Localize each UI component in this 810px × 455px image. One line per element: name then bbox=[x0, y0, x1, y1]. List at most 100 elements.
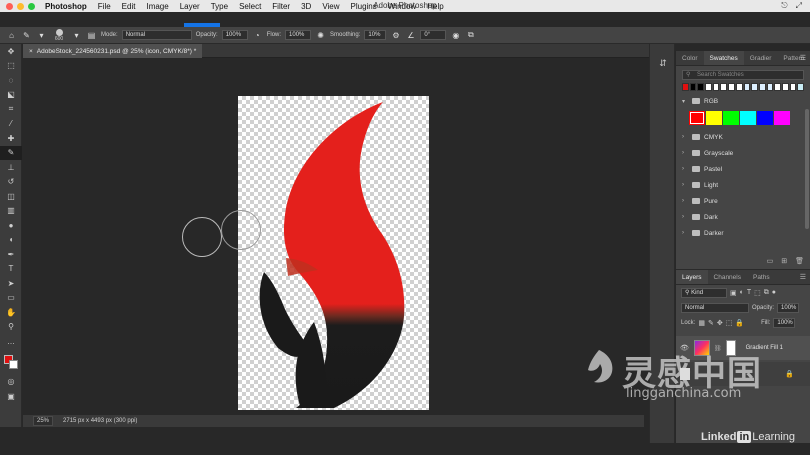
lasso-tool-icon[interactable]: ◌ bbox=[0, 73, 22, 88]
rgb-swatch[interactable] bbox=[740, 111, 756, 125]
shape-tool-icon[interactable]: ▭ bbox=[0, 291, 22, 306]
healing-brush-tool-icon[interactable]: ✚ bbox=[0, 131, 22, 146]
swatch-group-grayscale[interactable]: › Grayscale bbox=[676, 145, 810, 161]
chevron-right-icon[interactable]: › bbox=[682, 214, 688, 220]
recent-swatch[interactable] bbox=[797, 83, 804, 91]
type-tool-icon[interactable]: T bbox=[0, 262, 22, 277]
swatch-search-input[interactable]: ⚲ Search Swatches bbox=[682, 70, 804, 80]
recent-swatch[interactable] bbox=[743, 83, 751, 91]
filter-type-icon[interactable]: T bbox=[747, 289, 751, 296]
chevron-right-icon[interactable]: › bbox=[682, 182, 688, 188]
new-swatch-icon[interactable]: ⊞ bbox=[781, 257, 787, 265]
swatch-group-pastel[interactable]: › Pastel bbox=[676, 161, 810, 177]
recent-swatch[interactable] bbox=[781, 83, 789, 91]
path-selection-tool-icon[interactable]: ➤ bbox=[0, 276, 22, 291]
recent-swatch[interactable] bbox=[758, 83, 766, 91]
brush-tool-icon[interactable]: ✎ bbox=[21, 30, 32, 41]
recent-swatch[interactable] bbox=[712, 83, 720, 91]
eraser-tool-icon[interactable]: ◫ bbox=[0, 189, 22, 204]
lock-position-icon[interactable]: ✥ bbox=[717, 319, 723, 327]
menu-view[interactable]: View bbox=[322, 2, 339, 11]
more-tools-icon[interactable]: … bbox=[0, 334, 22, 349]
swatch-group-cmyk[interactable]: › CMYK bbox=[676, 129, 810, 145]
angle-field[interactable]: 0° bbox=[420, 30, 447, 40]
swatch-group-pure[interactable]: › Pure bbox=[676, 193, 810, 209]
document-info[interactable]: 2715 px x 4493 px (300 ppi) bbox=[63, 418, 137, 424]
menu-layer[interactable]: Layer bbox=[180, 2, 200, 11]
background-color-swatch[interactable] bbox=[9, 359, 18, 369]
menu-app[interactable]: Photoshop bbox=[45, 2, 87, 11]
home-icon[interactable]: ⌂ bbox=[6, 30, 17, 41]
rgb-swatch[interactable] bbox=[689, 111, 705, 125]
close-window-button[interactable] bbox=[6, 2, 13, 10]
tab-swatches[interactable]: Swatches bbox=[703, 51, 744, 65]
zoom-level[interactable]: 25% bbox=[33, 416, 54, 426]
swatch-group-darker[interactable]: › Darker bbox=[676, 225, 810, 241]
recent-swatch[interactable] bbox=[682, 83, 689, 91]
history-brush-tool-icon[interactable]: ↺ bbox=[0, 175, 22, 190]
document-canvas[interactable] bbox=[238, 96, 429, 410]
menu-edit[interactable]: Edit bbox=[122, 2, 136, 11]
tab-color[interactable]: Color bbox=[676, 51, 704, 65]
chevron-right-icon[interactable]: › bbox=[682, 150, 688, 156]
recent-swatch[interactable] bbox=[751, 83, 758, 91]
recent-swatch[interactable] bbox=[766, 83, 774, 91]
filter-shape-icon[interactable]: ⬚ bbox=[754, 289, 761, 297]
close-icon[interactable]: × bbox=[29, 48, 33, 55]
chevron-right-icon[interactable]: › bbox=[682, 230, 688, 236]
menu-select[interactable]: Select bbox=[239, 2, 261, 11]
canvas-area[interactable] bbox=[23, 59, 644, 415]
recent-swatch[interactable] bbox=[728, 83, 735, 91]
menu-help[interactable]: Help bbox=[427, 2, 443, 11]
fill-field[interactable]: 100% bbox=[773, 317, 796, 328]
tab-channels[interactable]: Channels bbox=[708, 270, 747, 284]
chevron-down-icon[interactable]: ▾ bbox=[682, 98, 688, 105]
expand-icon[interactable]: ⤢ bbox=[796, 1, 802, 11]
airbrush-icon[interactable]: ✺ bbox=[315, 30, 326, 41]
tab-paths[interactable]: Paths bbox=[747, 270, 776, 284]
color-swatches[interactable] bbox=[0, 349, 21, 375]
blur-tool-icon[interactable]: ● bbox=[0, 218, 22, 233]
chevron-right-icon[interactable]: › bbox=[682, 166, 688, 172]
pressure-size-icon[interactable]: ◉ bbox=[450, 30, 461, 41]
trash-icon[interactable]: 🗑 bbox=[795, 257, 804, 265]
recent-swatch[interactable] bbox=[789, 83, 797, 91]
brush-settings-icon[interactable]: ▤ bbox=[86, 30, 97, 41]
lock-pixels-icon[interactable]: ✎ bbox=[708, 319, 714, 327]
brush-preset-picker[interactable]: 600 bbox=[51, 28, 67, 42]
tab-layers[interactable]: Layers bbox=[676, 270, 708, 284]
panel-menu-icon[interactable]: ☰ bbox=[800, 54, 806, 62]
clone-stamp-tool-icon[interactable]: ⊥ bbox=[0, 160, 22, 175]
filter-pixel-icon[interactable]: ▣ bbox=[730, 289, 737, 297]
swatch-group-rgb[interactable]: ▾ RGB bbox=[676, 93, 810, 109]
recent-swatch[interactable] bbox=[735, 83, 743, 91]
object-selection-tool-icon[interactable]: ⬕ bbox=[0, 88, 22, 103]
lock-all-icon[interactable]: 🔒 bbox=[735, 319, 744, 327]
eyedropper-tool-icon[interactable]: ⁄ bbox=[0, 117, 22, 132]
tab-gradients[interactable]: Gradier bbox=[744, 51, 778, 65]
chevron-down-icon[interactable]: ▾ bbox=[71, 30, 82, 41]
smoothing-field[interactable]: 10% bbox=[364, 30, 387, 40]
gear-icon[interactable]: ⚙ bbox=[390, 30, 401, 41]
recent-swatch[interactable] bbox=[697, 83, 705, 91]
new-group-icon[interactable]: ▭ bbox=[767, 257, 774, 265]
opacity-field[interactable]: 100% bbox=[221, 30, 248, 40]
chevron-right-icon[interactable]: › bbox=[682, 198, 688, 204]
menu-plugins[interactable]: Plugins bbox=[351, 2, 377, 11]
rgb-swatch[interactable] bbox=[774, 111, 790, 125]
hand-tool-icon[interactable]: ✋ bbox=[0, 305, 22, 320]
swatches-scrollbar[interactable] bbox=[805, 109, 809, 229]
recent-swatch[interactable] bbox=[705, 83, 712, 91]
pen-tool-icon[interactable]: ✒ bbox=[0, 247, 22, 262]
screen-mode-icon[interactable]: ▣ bbox=[0, 389, 22, 404]
recent-swatch[interactable] bbox=[720, 83, 728, 91]
lock-artboard-icon[interactable]: ⬚ bbox=[726, 319, 733, 327]
filter-smart-object-icon[interactable]: ⧉ bbox=[764, 289, 769, 297]
crop-tool-icon[interactable]: ⌗ bbox=[0, 102, 22, 117]
swatch-group-light[interactable]: › Light bbox=[676, 177, 810, 193]
flow-field[interactable]: 100% bbox=[285, 30, 312, 40]
dodge-tool-icon[interactable]: ◖ bbox=[0, 233, 22, 248]
zoom-window-button[interactable] bbox=[28, 2, 35, 10]
brush-tool-icon[interactable]: ✎ bbox=[0, 145, 22, 160]
marquee-tool-icon[interactable]: ⬚ bbox=[0, 59, 22, 74]
